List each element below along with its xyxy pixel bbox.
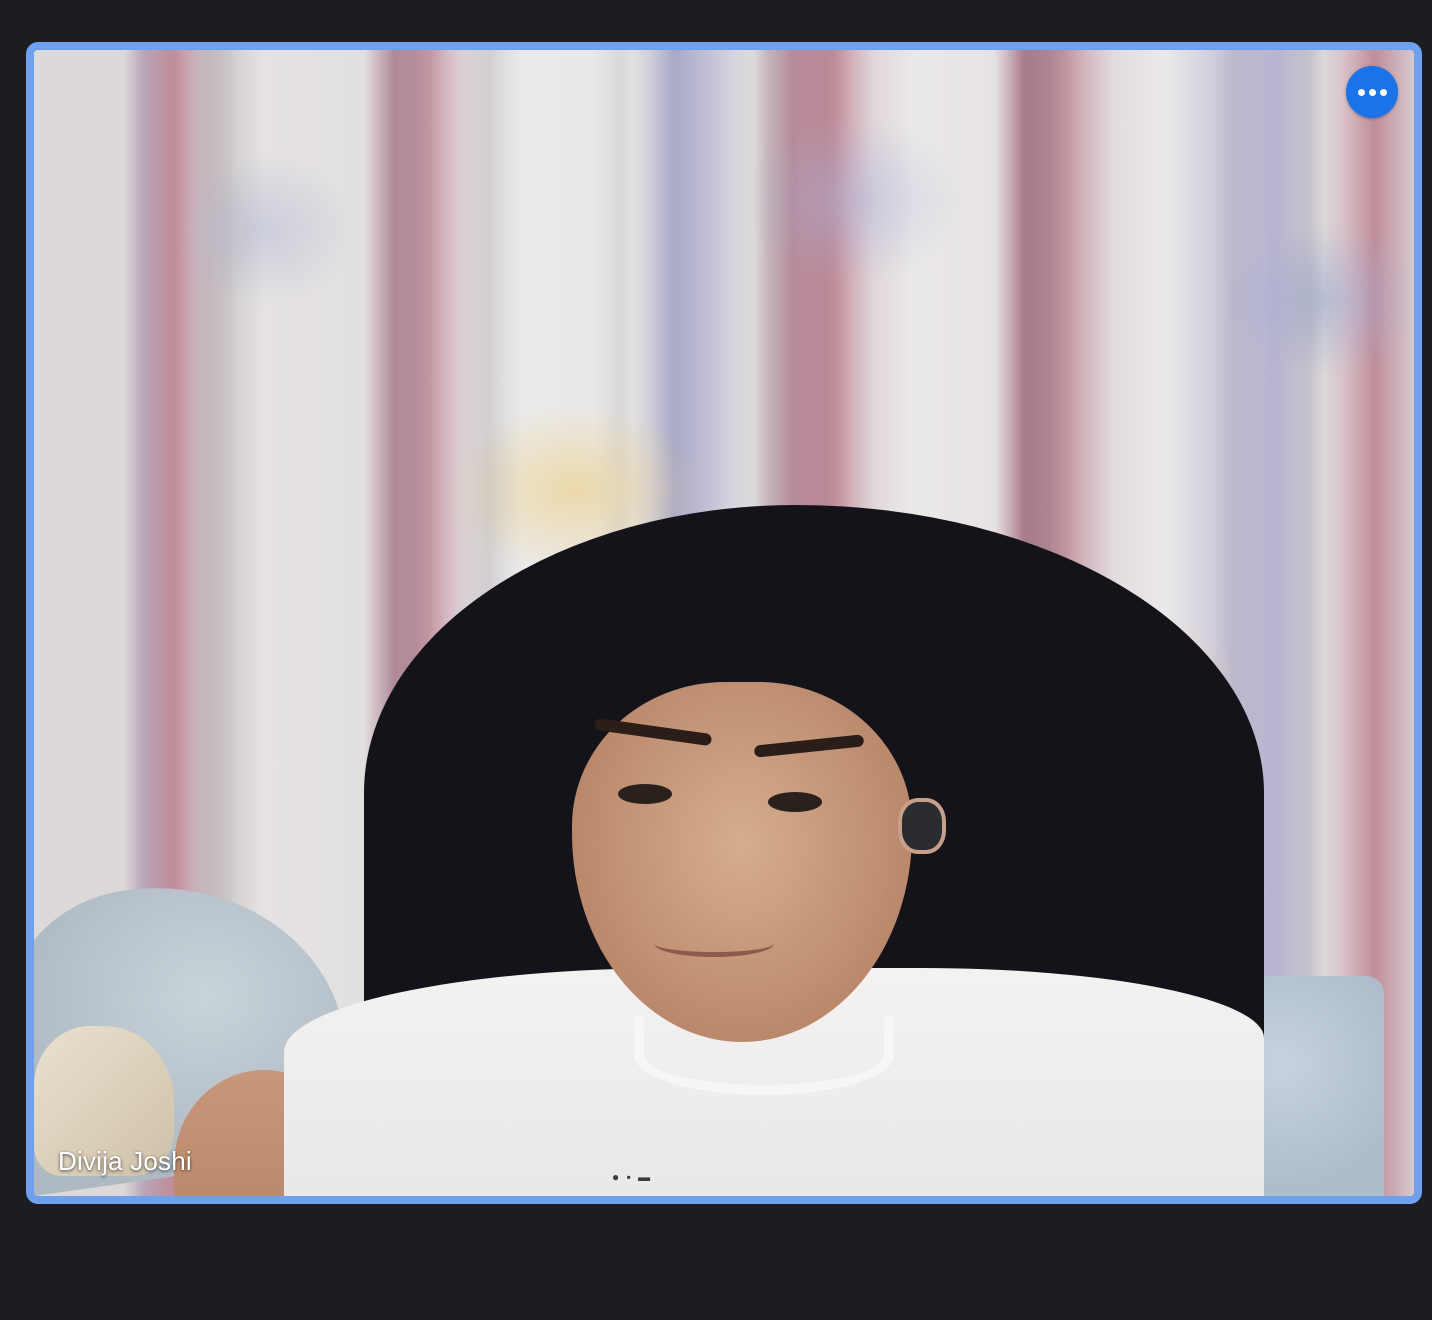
more-horiz-icon [1368, 88, 1376, 96]
earbud [902, 802, 942, 850]
more-options-button[interactable] [1346, 66, 1398, 118]
participant-video-feed: ● ▪ ▬ [34, 50, 1414, 1196]
shirt-print: ● ▪ ▬ [612, 1170, 653, 1184]
eye [768, 792, 822, 812]
eye [618, 784, 672, 804]
more-horiz-icon [1357, 88, 1365, 96]
participant-video-tile[interactable]: ● ▪ ▬ [26, 42, 1422, 1204]
meeting-stage: ● ▪ ▬ Divija Joshi [0, 0, 1432, 1320]
more-horiz-icon [1379, 88, 1387, 96]
participant-name-label: Divija Joshi [58, 1146, 192, 1176]
mouth [654, 930, 774, 957]
